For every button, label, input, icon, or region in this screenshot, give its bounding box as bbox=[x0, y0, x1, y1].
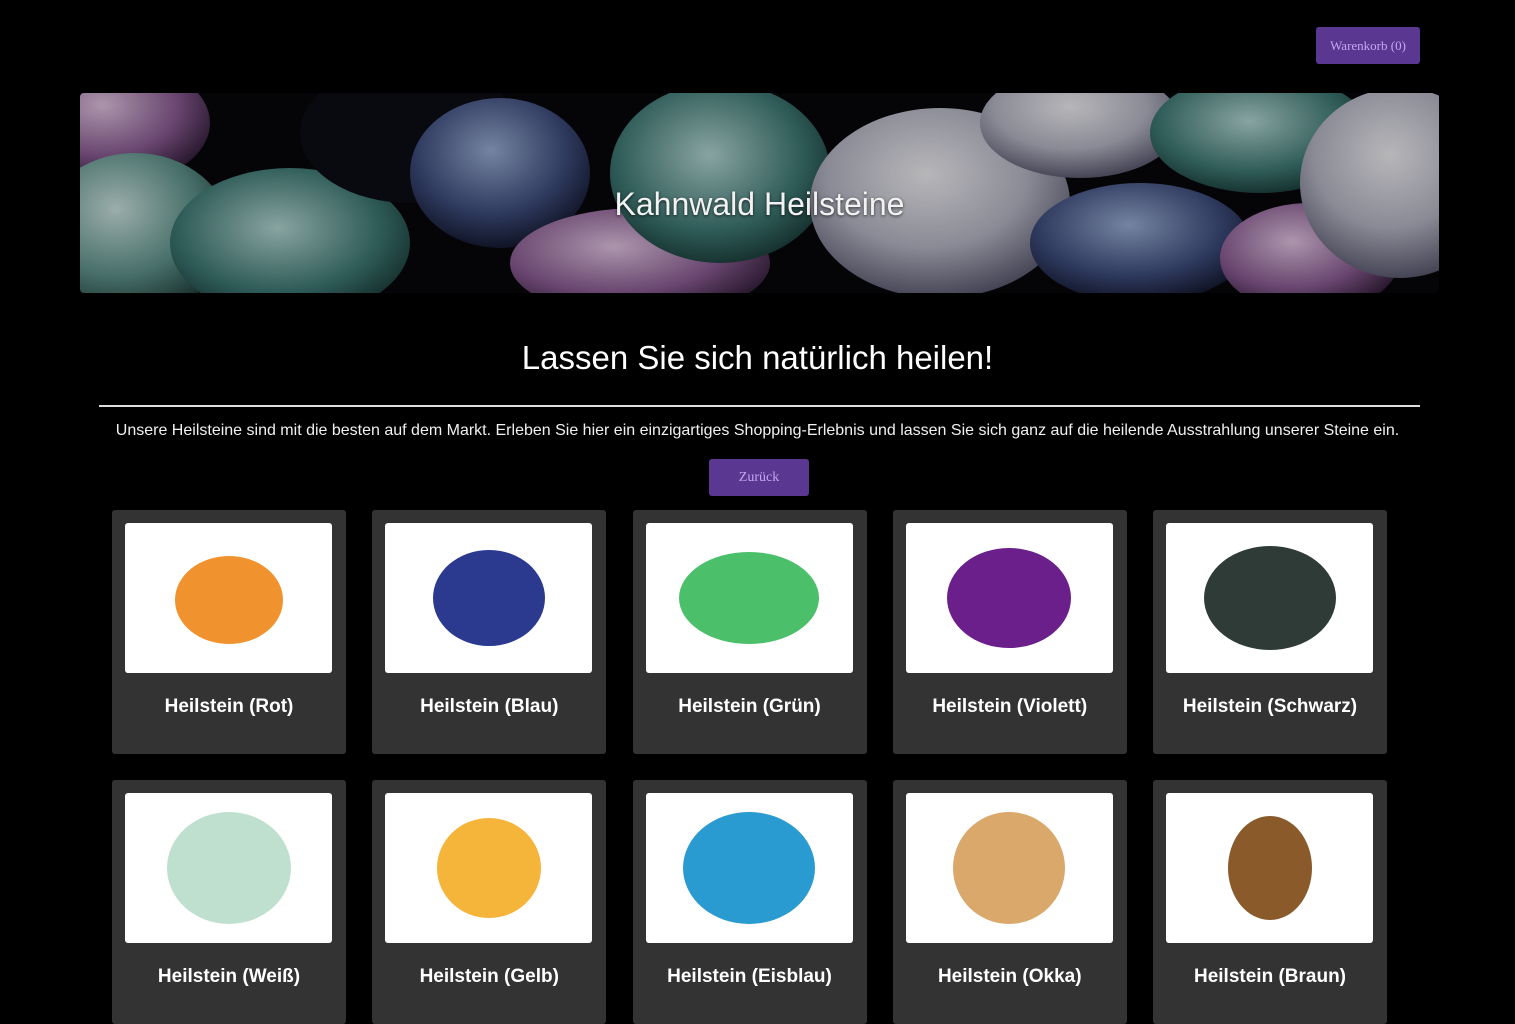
product-image bbox=[125, 523, 332, 673]
product-card[interactable]: Heilstein (Okka) bbox=[892, 780, 1127, 1024]
product-image bbox=[1166, 793, 1373, 943]
divider bbox=[99, 405, 1420, 407]
product-name: Heilstein (Schwarz) bbox=[1182, 696, 1358, 717]
product-image bbox=[385, 523, 593, 673]
stone-icon bbox=[174, 556, 283, 644]
product-image bbox=[645, 793, 853, 943]
back-button[interactable]: Zurück bbox=[709, 459, 809, 496]
stone-icon bbox=[953, 812, 1066, 924]
stone-icon bbox=[679, 552, 819, 644]
stone-icon bbox=[1227, 816, 1312, 920]
product-card[interactable]: Heilstein (Blau) bbox=[372, 510, 607, 754]
product-card[interactable]: Heilstein (Rot) bbox=[112, 510, 346, 754]
product-card[interactable]: Heilstein (Schwarz) bbox=[1153, 510, 1387, 754]
product-image bbox=[905, 523, 1113, 673]
site-title: Kahnwald Heilsteine bbox=[614, 186, 905, 222]
product-card[interactable]: Heilstein (Violett) bbox=[892, 510, 1127, 754]
stone-icon bbox=[436, 818, 541, 918]
product-name: Heilstein (Blau) bbox=[420, 696, 559, 717]
product-name: Heilstein (Rot) bbox=[164, 696, 294, 717]
product-name: Heilstein (Braun) bbox=[1193, 966, 1347, 987]
product-grid: Heilstein (Rot) Heilstein (Blau) Heilste… bbox=[112, 510, 1387, 1024]
hero-banner: Kahnwald Heilsteine bbox=[80, 93, 1439, 293]
product-card[interactable]: Heilstein (Gelb) bbox=[372, 780, 607, 1024]
product-image bbox=[645, 523, 853, 673]
cart-button[interactable]: Warenkorb (0) bbox=[1316, 27, 1420, 64]
page-headline: Lassen Sie sich natürlich heilen! bbox=[521, 339, 994, 376]
product-card[interactable]: Heilstein (Weiß) bbox=[112, 780, 346, 1024]
product-image bbox=[905, 793, 1113, 943]
stone-icon bbox=[947, 548, 1072, 648]
product-card[interactable]: Heilstein (Grün) bbox=[632, 510, 867, 754]
product-name: Heilstein (Grün) bbox=[678, 696, 821, 717]
product-image bbox=[1166, 523, 1373, 673]
intro-text: Unsere Heilsteine sind mit die besten au… bbox=[115, 422, 1400, 439]
product-name: Heilstein (Violett) bbox=[932, 696, 1088, 717]
stone-icon bbox=[432, 550, 545, 646]
stone-icon bbox=[683, 812, 815, 924]
product-name: Heilstein (Okka) bbox=[937, 966, 1082, 987]
product-name: Heilstein (Eisblau) bbox=[667, 966, 832, 987]
stone-icon bbox=[166, 812, 291, 924]
product-card[interactable]: Heilstein (Eisblau) bbox=[632, 780, 867, 1024]
product-image bbox=[385, 793, 593, 943]
stone-icon bbox=[1203, 546, 1336, 650]
product-name: Heilstein (Weiß) bbox=[157, 966, 301, 987]
product-name: Heilstein (Gelb) bbox=[419, 966, 559, 987]
product-image bbox=[125, 793, 332, 943]
product-card[interactable]: Heilstein (Braun) bbox=[1153, 780, 1387, 1024]
